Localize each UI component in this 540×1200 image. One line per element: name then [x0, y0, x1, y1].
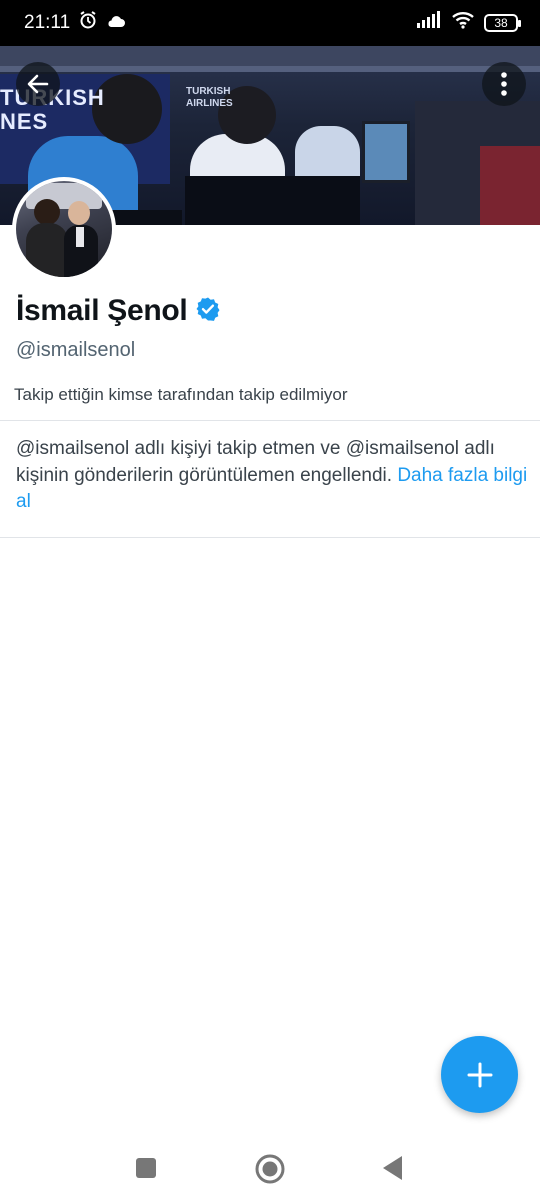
banner-airline-logo: TURKISH AIRLINES	[186, 86, 233, 110]
more-vertical-icon	[501, 72, 507, 96]
banner-logo-line1: TURKISH	[186, 86, 231, 97]
home-icon	[255, 1154, 285, 1184]
followed-by-text: Takip ettiğin kimse tarafından takip edi…	[14, 385, 348, 404]
divider	[0, 537, 540, 538]
alarm-icon	[78, 10, 98, 36]
plus-icon	[467, 1062, 492, 1087]
back-nav-button[interactable]	[380, 1154, 406, 1182]
status-left: 21:11	[24, 10, 126, 36]
profile-name-row: İsmail Şenol	[16, 294, 221, 328]
banner-logo-line2: AIRLINES	[186, 98, 233, 109]
verified-badge-icon[interactable]	[195, 296, 221, 327]
back-icon	[383, 1156, 402, 1180]
signal-icon	[416, 11, 442, 35]
arrow-left-icon	[27, 74, 49, 94]
more-options-button[interactable]	[482, 62, 526, 106]
divider	[0, 420, 540, 421]
banner-sponsor-line2: NES	[0, 109, 49, 134]
wifi-icon	[452, 11, 474, 35]
battery-icon: 38	[484, 14, 521, 32]
recents-icon	[136, 1158, 156, 1178]
blocked-notice: @ismailsenol adlı kişiyi takip etmen ve …	[16, 436, 528, 516]
display-name: İsmail Şenol	[16, 294, 188, 327]
compose-button[interactable]	[441, 1036, 518, 1113]
home-button[interactable]	[254, 1153, 286, 1185]
status-right: 38	[416, 11, 521, 35]
status-bar: 21:11 38	[0, 0, 540, 46]
recents-button[interactable]	[134, 1156, 158, 1180]
profile-handle: @ismailsenol	[16, 339, 136, 361]
avatar[interactable]	[12, 177, 116, 281]
cloud-icon	[106, 12, 126, 34]
system-nav-bar	[0, 1136, 540, 1200]
back-button[interactable]	[16, 62, 60, 106]
avatar-image	[16, 181, 112, 277]
status-time: 21:11	[24, 12, 71, 33]
